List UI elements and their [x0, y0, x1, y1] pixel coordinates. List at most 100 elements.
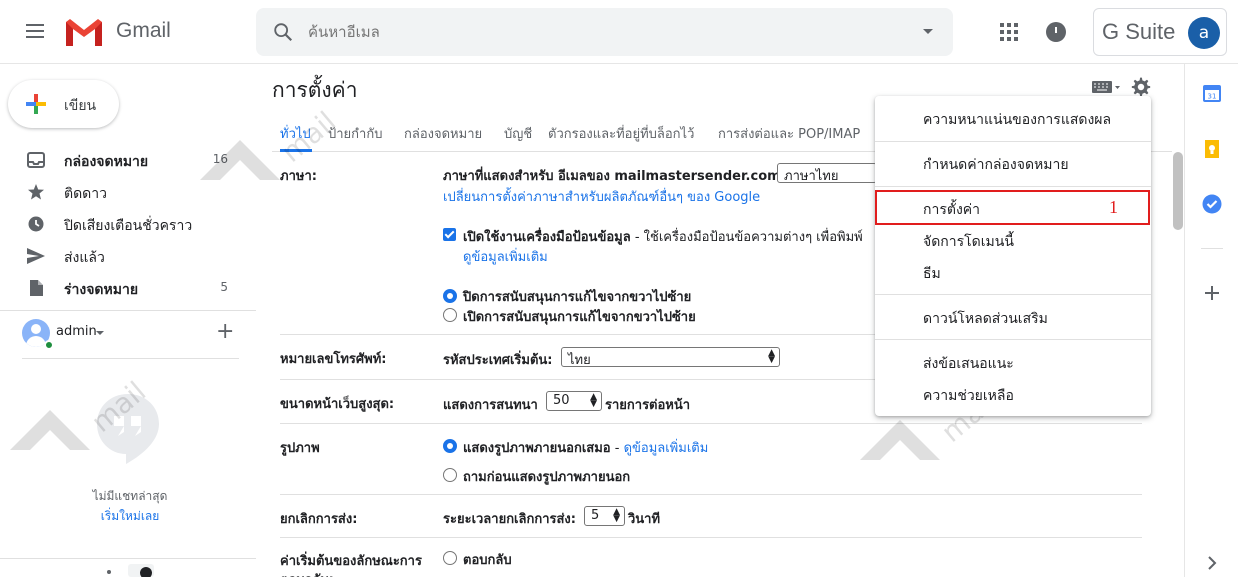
- snooze-clock-icon: [28, 216, 44, 232]
- images-row-label: รูปภาพ: [280, 441, 320, 456]
- hangouts-quote-icon: [97, 394, 159, 464]
- page-size-select[interactable]: 50 ▲ ▼: [546, 391, 602, 411]
- tab-general[interactable]: ทั่วไป: [280, 123, 311, 144]
- input-tools-checkbox[interactable]: [443, 228, 456, 241]
- draft-icon: [30, 280, 43, 296]
- images-always-text: แสดงรูปภาพภายนอกเสมอ - ดูข้อมูลเพิ่มเติม: [463, 437, 708, 458]
- sidebar-bottom-divider: [0, 558, 256, 559]
- settings-dropdown-menu: ความหนาแน่นของการแสดงผล กำหนดค่ากล่องจดห…: [875, 96, 1151, 416]
- new-chat-plus-icon[interactable]: +: [216, 321, 234, 343]
- sidebar-nav: กล่องจดหมาย 16 ติดดาว ปิดเสียงเตือนชั่วค…: [0, 144, 256, 304]
- country-code-select[interactable]: ไทย ▲ ▼: [561, 347, 780, 368]
- images-more-info-link[interactable]: ดูข้อมูลเพิ่มเติม: [624, 441, 709, 456]
- tab-forwarding[interactable]: การส่งต่อและ POP/IMAP: [718, 123, 860, 144]
- tab-accounts[interactable]: บัญชี: [504, 123, 532, 144]
- change-language-link[interactable]: เปลี่ยนการตั้งค่าภาษาสำหรับผลิตภัณฑ์อื่น…: [443, 186, 760, 207]
- chat-divider: [22, 358, 239, 359]
- menu-separator: [875, 294, 1151, 295]
- expand-panel-chevron-icon[interactable]: [1201, 552, 1223, 574]
- admin-name[interactable]: admin: [56, 324, 97, 339]
- sidebar-item-starred[interactable]: ติดดาว: [0, 176, 256, 208]
- menu-item-display-density[interactable]: ความหนาแน่นของการแสดงผล: [875, 102, 1151, 134]
- search-icon[interactable]: [272, 21, 294, 43]
- gmail-logo-icon[interactable]: [64, 16, 104, 48]
- menu-separator: [875, 339, 1151, 340]
- account-avatar[interactable]: a: [1188, 17, 1220, 49]
- rtl-on-label: เปิดการสนับสนุนการแก้ไขจากขวาไปซ้าย: [463, 310, 696, 325]
- rtl-off-radio[interactable]: [443, 289, 457, 303]
- menu-item-send-feedback[interactable]: ส่งข้อเสนอแนะ: [875, 346, 1151, 378]
- page-size-row-label: ขนาดหน้าเว็บสูงสุด:: [280, 397, 395, 412]
- tab-labels[interactable]: ป้ายกำกับ: [328, 123, 382, 144]
- tab-inbox[interactable]: กล่องจดหมาย: [404, 123, 482, 144]
- search-options-caret-icon[interactable]: [923, 29, 933, 34]
- reply-radio[interactable]: [443, 551, 457, 565]
- sidebar-item-label: ปิดเสียงเตือนชั่วคราว: [64, 218, 193, 234]
- sidebar-item-label: กล่องจดหมาย: [64, 154, 149, 170]
- select-arrows-icon: ▲ ▼: [613, 507, 620, 524]
- tasks-icon[interactable]: [1201, 193, 1223, 215]
- menu-separator: [875, 141, 1151, 142]
- notifications-icon[interactable]: [1046, 22, 1066, 42]
- svg-text:31: 31: [1208, 93, 1217, 101]
- search-input[interactable]: [308, 20, 888, 44]
- menu-item-label: ความหนาแน่นของการแสดงผล: [923, 112, 1112, 128]
- sidebar-item-sent[interactable]: ส่งแล้ว: [0, 240, 256, 272]
- undo-send-select[interactable]: 5 ▲ ▼: [584, 506, 625, 526]
- menu-item-themes[interactable]: ธีม: [875, 256, 1151, 288]
- keep-icon[interactable]: [1201, 138, 1223, 160]
- search-bar[interactable]: [256, 8, 953, 56]
- menu-item-manage-domain[interactable]: จัดการโดเมนนี้: [875, 224, 1151, 256]
- chevron-down-icon[interactable]: [96, 331, 104, 335]
- input-tools-label: เปิดใช้งานเครื่องมือป้อนข้อมูล: [463, 230, 631, 245]
- scrollbar-thumb[interactable]: [1173, 152, 1183, 230]
- sidebar-item-count: 5: [220, 280, 228, 294]
- page-size-value: 50: [553, 393, 570, 408]
- calendar-icon[interactable]: 31: [1201, 82, 1223, 104]
- compose-label: เขียน: [64, 98, 97, 114]
- sidebar-item-inbox[interactable]: กล่องจดหมาย 16: [0, 144, 256, 176]
- images-always-radio[interactable]: [443, 439, 457, 453]
- menu-item-help[interactable]: ความช่วยเหลือ: [875, 378, 1151, 410]
- images-ask-label: ถามก่อนแสดงรูปภาพภายนอก: [463, 470, 631, 485]
- chat-account-row[interactable]: admin +: [22, 319, 252, 350]
- start-new-chat-link[interactable]: เริ่มใหม่เลย: [0, 507, 260, 526]
- gmail-logo-text: Gmail: [116, 19, 171, 42]
- more-info-link[interactable]: ดูข้อมูลเพิ่มเติม: [463, 246, 548, 267]
- menu-item-get-addons[interactable]: ดาวน์โหลดส่วนเสริม: [875, 301, 1151, 333]
- select-arrows-icon: ▲ ▼: [768, 348, 775, 365]
- google-apps-icon[interactable]: [1000, 23, 1018, 41]
- undo-send-row-label: ยกเลิกการส่ง:: [280, 512, 358, 527]
- gear-icon[interactable]: [1130, 76, 1152, 98]
- sidebar-item-snoozed[interactable]: ปิดเสียงเตือนชั่วคราว: [0, 208, 256, 240]
- images-ask-radio[interactable]: [443, 468, 457, 482]
- menu-item-configure-inbox[interactable]: กำหนดค่ากล่องจดหมาย: [875, 147, 1151, 179]
- reply-option-label: ตอบกลับ: [463, 553, 512, 568]
- row-divider: [280, 423, 1142, 424]
- images-separator: -: [610, 441, 624, 456]
- page-title: การตั้งค่า: [272, 78, 358, 102]
- sidebar-item-drafts[interactable]: ร่างจดหมาย 5: [0, 272, 256, 304]
- step-number-annotation: 1: [1109, 197, 1118, 217]
- country-code-label: รหัสประเทศเริ่มต้น:: [443, 353, 553, 368]
- input-tools-desc: - ใช้เครื่องมือป้อนข้อความต่างๆ เพื่อพิม…: [630, 230, 863, 245]
- keyboard-icon[interactable]: [1092, 81, 1120, 93]
- language-select[interactable]: ภาษาไทย: [777, 163, 877, 184]
- hangouts-footer-icons[interactable]: [100, 562, 170, 577]
- rtl-off-label: ปิดการสนับสนุนการแก้ไขจากขวาไปซ้าย: [463, 290, 692, 305]
- active-tab-indicator: [280, 149, 312, 152]
- sidebar-item-label: ร่างจดหมาย: [64, 282, 139, 298]
- sidebar-item-label: ส่งแล้ว: [64, 250, 105, 266]
- rtl-on-radio[interactable]: [443, 308, 457, 322]
- top-header: Gmail G Suite a: [0, 0, 1238, 64]
- menu-item-label: ธีม: [923, 266, 941, 282]
- tab-filters[interactable]: ตัวกรองและที่อยู่ที่บล็อกไว้: [548, 123, 694, 144]
- vertical-scrollbar[interactable]: [1170, 152, 1184, 230]
- main-menu-icon[interactable]: [22, 20, 48, 44]
- account-switcher[interactable]: G Suite a: [1093, 8, 1227, 56]
- add-addon-plus-icon[interactable]: [1201, 282, 1223, 304]
- side-panel-divider: [1201, 248, 1223, 249]
- compose-button[interactable]: เขียน: [8, 80, 119, 128]
- phone-row-label: หมายเลขโทรศัพท์:: [280, 352, 387, 367]
- input-tools-text: เปิดใช้งานเครื่องมือป้อนข้อมูล - ใช้เครื…: [463, 226, 863, 247]
